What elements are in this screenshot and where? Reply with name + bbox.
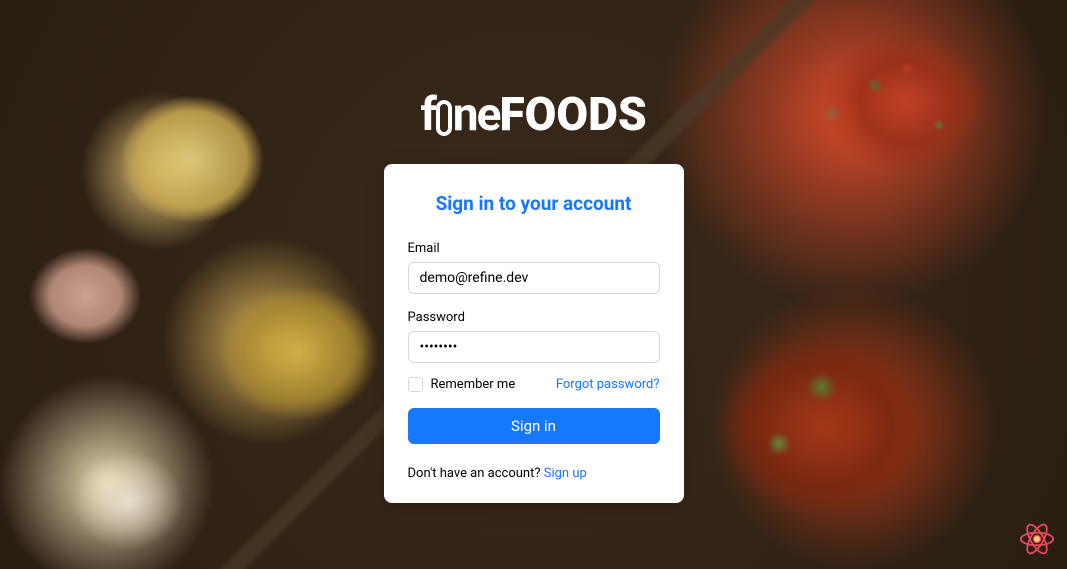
email-field[interactable] <box>408 262 660 294</box>
login-container: fneFOODS Sign in to your account Email P… <box>0 0 1067 569</box>
login-card: Sign in to your account Email Password R… <box>384 164 684 503</box>
brand-logo: fneFOODS <box>420 88 646 142</box>
password-field[interactable] <box>408 331 660 363</box>
remember-checkbox[interactable] <box>408 377 423 392</box>
remember-label: Remember me <box>431 377 516 392</box>
react-query-devtools-icon[interactable] <box>1019 521 1055 557</box>
forgot-password-link[interactable]: Forgot password? <box>556 377 660 392</box>
signin-button[interactable]: Sign in <box>408 408 660 444</box>
logo-text-foods: FOODS <box>499 88 646 142</box>
no-account-text: Don't have an account? <box>408 466 544 481</box>
logo-text-fine-f: f <box>420 88 434 142</box>
signup-prompt: Don't have an account? Sign up <box>408 466 660 481</box>
options-row: Remember me Forgot password? <box>408 377 660 392</box>
logo-pill-icon <box>436 100 452 136</box>
remember-wrap: Remember me <box>408 377 516 392</box>
logo-text-fine-ne: ne <box>453 88 500 142</box>
signup-link[interactable]: Sign up <box>544 466 587 481</box>
card-title: Sign in to your account <box>408 192 660 215</box>
email-label: Email <box>408 241 660 256</box>
password-label: Password <box>408 310 660 325</box>
